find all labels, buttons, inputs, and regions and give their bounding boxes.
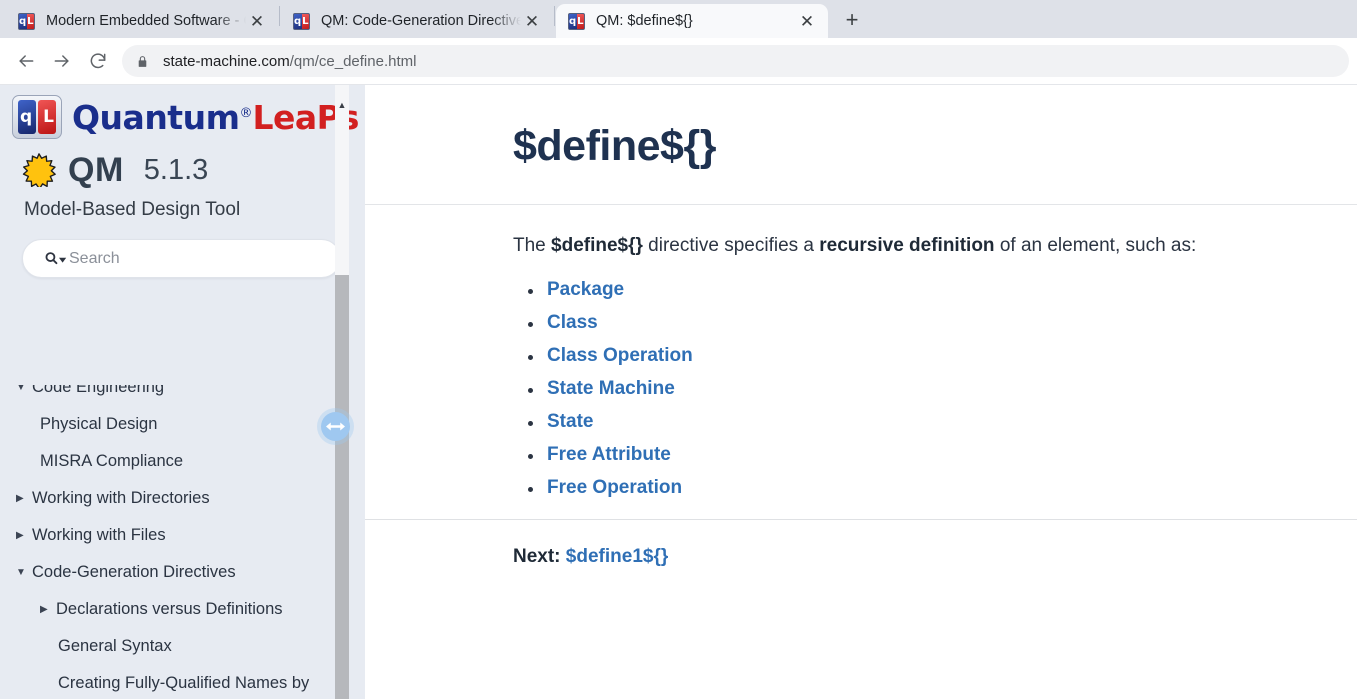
chevron-down-icon[interactable]: ▼ — [16, 385, 32, 393]
horizontal-resize-icon[interactable] — [321, 412, 350, 441]
sidebar-item-code-engineering[interactable]: ▼ Code Engineering — [0, 385, 349, 406]
quantum-leaps-favicon: qL — [293, 12, 310, 30]
sidebar-item-misra-compliance[interactable]: MISRA Compliance — [0, 443, 349, 480]
forward-arrow-icon[interactable] — [44, 43, 80, 79]
url-domain: state-machine.com — [163, 52, 290, 70]
sidebar-item-creating-fully-qualified-names[interactable]: Creating Fully-Qualified Names by — [0, 665, 349, 699]
para-directive: $define${} — [551, 235, 643, 257]
address-bar[interactable]: state-machine.com/qm/ce_define.html — [122, 45, 1349, 77]
brand-word-quantum: Quantum — [72, 97, 240, 137]
link-package[interactable]: Package — [547, 279, 624, 301]
url-path: /qm/ce_define.html — [289, 52, 417, 70]
sidebar-item-working-with-directories[interactable]: ▶ Working with Directories — [0, 480, 349, 517]
tab-title: QM: Code-Generation Directives — [321, 13, 521, 29]
list-item[interactable]: Free Operation — [528, 472, 1357, 505]
para-text-before: The — [513, 235, 552, 257]
search-placeholder: Search — [69, 249, 120, 267]
list-item[interactable]: Free Attribute — [528, 439, 1357, 472]
sun-burst-icon — [22, 153, 56, 189]
browser-toolbar: state-machine.com/qm/ce_define.html — [0, 38, 1357, 85]
chevron-down-icon[interactable]: ▼ — [16, 567, 32, 578]
search-icon — [43, 250, 67, 267]
link-state[interactable]: State — [547, 411, 593, 433]
tab-divider — [279, 6, 280, 26]
sidebar-item-code-generation-directives[interactable]: ▼ Code-Generation Directives — [0, 554, 349, 591]
product-tagline: Model-Based Design Tool — [24, 199, 241, 220]
lock-icon — [136, 54, 149, 69]
element-links-list: Package Class Class Operation State Mach… — [365, 260, 1357, 505]
product-row: QM 5.1.3 — [12, 151, 365, 189]
list-item[interactable]: State — [528, 406, 1357, 439]
sidebar-item-working-with-files[interactable]: ▶ Working with Files — [0, 517, 349, 554]
sidebar: qL Quantum®LeaPs QM 5.1.3 Model-Based De… — [0, 85, 365, 699]
list-item[interactable]: Class — [528, 307, 1357, 340]
sidebar-item-label: Code-Generation Directives — [32, 563, 236, 581]
main-content: $define${} The $define${} directive spec… — [365, 85, 1357, 699]
close-icon[interactable]: ✕ — [246, 10, 268, 32]
tab-title: QM: $define${} — [596, 13, 693, 29]
chevron-right-icon[interactable]: ▶ — [16, 530, 32, 541]
sidebar-scrollbar-thumb[interactable] — [335, 275, 349, 699]
next-label: Next: — [513, 545, 561, 567]
para-emphasis: recursive definition — [819, 235, 995, 257]
link-free-attribute[interactable]: Free Attribute — [547, 444, 671, 466]
link-class[interactable]: Class — [547, 312, 598, 334]
browser-tab-2[interactable]: qL QM: Code-Generation Directives ✕ — [281, 4, 553, 38]
page-title: $define${} — [513, 122, 716, 170]
sidebar-item-general-syntax[interactable]: General Syntax — [0, 628, 349, 665]
scroll-up-icon[interactable]: ▲ — [335, 99, 349, 111]
sidebar-item-label: Working with Files — [32, 526, 166, 544]
chevron-right-icon[interactable]: ▶ — [40, 604, 56, 615]
tab-title: Modern Embedded Software - Q — [46, 13, 246, 29]
product-version: 5.1.3 — [143, 153, 209, 186]
list-item[interactable]: Class Operation — [528, 340, 1357, 373]
sidebar-item-label: General Syntax — [58, 637, 172, 655]
para-text-middle: directive specifies a — [642, 235, 820, 257]
brand-wordmark: Quantum®LeaPs — [72, 101, 359, 134]
sidebar-nav-tree[interactable]: ▼ Code Engineering Physical Design MISRA… — [0, 385, 349, 699]
list-item[interactable]: State Machine — [528, 373, 1357, 406]
sidebar-item-label: Creating Fully-Qualified Names by — [58, 674, 310, 692]
brand-block: qL Quantum®LeaPs QM 5.1.3 Model-Based De… — [0, 85, 365, 221]
para-text-after: of an element, such as: — [994, 235, 1197, 257]
quantum-leaps-logo[interactable]: qL Quantum®LeaPs — [12, 95, 365, 139]
sidebar-item-label: Working with Directories — [32, 489, 210, 507]
sidebar-item-label: Declarations versus Definitions — [56, 600, 283, 618]
page-body: qL Quantum®LeaPs QM 5.1.3 Model-Based De… — [0, 85, 1357, 699]
quantum-leaps-favicon: qL — [568, 12, 585, 30]
quantum-leaps-mark-icon: qL — [12, 95, 62, 139]
new-tab-button[interactable]: + — [836, 4, 868, 36]
close-icon[interactable]: ✕ — [796, 10, 818, 32]
reload-icon[interactable] — [80, 43, 116, 79]
registered-mark: ® — [239, 105, 253, 121]
search-input[interactable]: Search — [22, 239, 341, 278]
sidebar-item-label: Physical Design — [40, 415, 158, 433]
browser-tab-1[interactable]: qL Modern Embedded Software - Q ✕ — [6, 4, 278, 38]
sidebar-item-label: MISRA Compliance — [40, 452, 184, 470]
product-name: QM — [68, 151, 124, 189]
tab-divider — [554, 6, 555, 26]
sidebar-item-physical-design[interactable]: Physical Design — [0, 406, 349, 443]
address-bar-text: state-machine.com/qm/ce_define.html — [163, 53, 416, 70]
close-icon[interactable]: ✕ — [521, 10, 543, 32]
list-item[interactable]: Package — [528, 274, 1357, 307]
link-free-operation[interactable]: Free Operation — [547, 477, 682, 499]
next-navigation: Next: $define1${} — [365, 520, 1357, 568]
next-link[interactable]: $define1${} — [566, 546, 668, 567]
browser-window: qL Modern Embedded Software - Q ✕ qL QM:… — [0, 0, 1357, 699]
link-state-machine[interactable]: State Machine — [547, 378, 675, 400]
intro-paragraph: The $define${} directive specifies a rec… — [365, 205, 1357, 260]
tab-strip: qL Modern Embedded Software - Q ✕ qL QM:… — [0, 0, 1357, 38]
chevron-right-icon[interactable]: ▶ — [16, 493, 32, 504]
link-class-operation[interactable]: Class Operation — [547, 345, 693, 367]
back-arrow-icon[interactable] — [8, 43, 44, 79]
sidebar-item-declarations-versus-definitions[interactable]: ▶ Declarations versus Definitions — [0, 591, 349, 628]
sidebar-item-label: Code Engineering — [32, 385, 165, 396]
quantum-leaps-favicon: qL — [18, 12, 35, 30]
browser-tab-3-active[interactable]: qL QM: $define${} ✕ — [556, 4, 828, 38]
